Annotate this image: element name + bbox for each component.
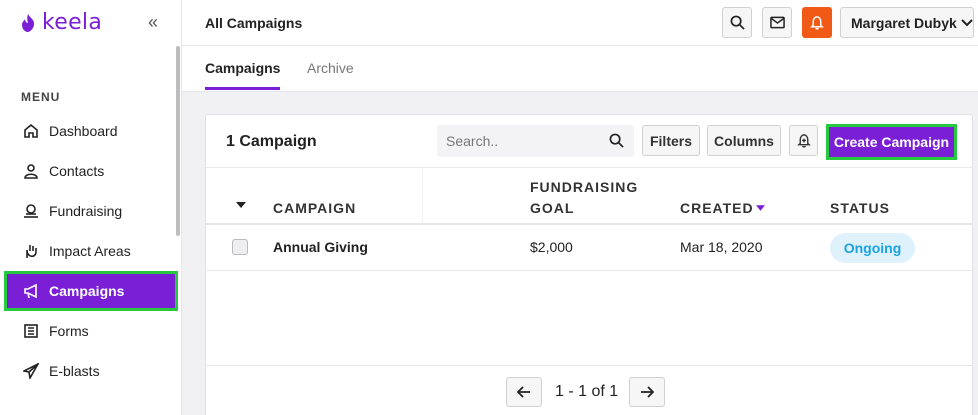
hand-icon xyxy=(22,242,40,260)
search-icon xyxy=(730,15,745,30)
tab-archive[interactable]: Archive xyxy=(307,60,354,76)
col-campaign[interactable]: CAMPAIGN xyxy=(273,198,356,219)
sidebar-item-e-blasts[interactable]: E-blasts xyxy=(0,351,182,391)
sidebar-item-label: Impact Areas xyxy=(49,243,131,259)
pagination: 1 - 1 of 1 xyxy=(206,365,972,415)
alerts-button[interactable] xyxy=(789,125,818,156)
page-title: All Campaigns xyxy=(205,15,303,31)
home-icon xyxy=(22,122,40,140)
user-icon xyxy=(22,162,40,180)
create-campaign-button[interactable]: Create Campaign xyxy=(826,124,957,160)
tabs-bar: Campaigns Archive xyxy=(182,46,978,92)
chevron-down-icon xyxy=(961,18,973,26)
menu-label: MENU xyxy=(21,90,61,104)
filters-button[interactable]: Filters xyxy=(642,125,700,156)
sidebar-item-label: Campaigns xyxy=(49,283,125,299)
table-row[interactable]: Annual Giving $2,000 Mar 18, 2020 Ongoin… xyxy=(206,225,972,271)
sidebar-item-fundraising[interactable]: Fundraising xyxy=(0,191,182,231)
user-menu-button[interactable]: Margaret Dubyk xyxy=(840,7,974,38)
campaigns-card: 1 Campaign Filters Columns Create Campai… xyxy=(205,114,973,415)
pagination-text: 1 - 1 of 1 xyxy=(555,383,619,400)
envelope-icon xyxy=(769,16,785,29)
status-badge: Ongoing xyxy=(830,233,915,263)
brand-name: keela xyxy=(42,10,103,35)
sidebar-item-label: Forms xyxy=(49,323,89,339)
bell-plus-icon xyxy=(796,134,811,148)
table-header: CAMPAIGN FUNDRAISING GOAL CREATED STATUS xyxy=(206,167,972,225)
bell-icon xyxy=(810,16,824,30)
col-status[interactable]: STATUS xyxy=(830,198,890,219)
col-fundraising[interactable]: FUNDRAISING xyxy=(530,177,638,198)
col-goal[interactable]: GOAL xyxy=(530,198,574,219)
search-icon xyxy=(609,133,624,148)
campaign-name[interactable]: Annual Giving xyxy=(273,239,368,255)
tab-campaigns[interactable]: Campaigns xyxy=(205,60,281,90)
sidebar-item-contacts[interactable]: Contacts xyxy=(0,151,182,191)
paper-plane-icon xyxy=(22,362,40,380)
sidebar-item-label: E-blasts xyxy=(49,363,100,379)
arrow-right-icon xyxy=(641,386,654,398)
megaphone-icon xyxy=(22,282,40,300)
fundraising-goal: $2,000 xyxy=(530,239,573,255)
sort-desc-icon[interactable] xyxy=(756,205,765,211)
created-date: Mar 18, 2020 xyxy=(680,239,763,255)
sidebar-item-forms[interactable]: Forms xyxy=(0,311,182,351)
sidebar-item-label: Contacts xyxy=(49,163,105,179)
col-created[interactable]: CREATED xyxy=(680,198,754,219)
select-all-caret-icon[interactable] xyxy=(236,202,246,208)
sidebar-item-dashboard[interactable]: Dashboard xyxy=(0,111,182,151)
search-input[interactable] xyxy=(437,125,634,157)
sidebar-item-impact-areas[interactable]: Impact Areas xyxy=(0,231,182,271)
keela-logo[interactable]: keela xyxy=(20,10,102,35)
arrow-left-icon xyxy=(517,386,530,398)
money-icon xyxy=(22,202,40,220)
form-icon xyxy=(22,322,40,340)
messages-button[interactable] xyxy=(762,7,792,38)
sidebar: keela « MENU Dashboard Contacts Fundrais… xyxy=(0,0,182,415)
collapse-sidebar-icon[interactable]: « xyxy=(148,12,158,33)
user-name: Margaret Dubyk xyxy=(851,14,957,31)
search-button[interactable] xyxy=(722,7,752,38)
sidebar-item-label: Dashboard xyxy=(49,123,118,139)
sidebar-item-campaigns[interactable]: Campaigns xyxy=(4,271,178,311)
column-divider xyxy=(422,168,423,224)
row-checkbox[interactable] xyxy=(232,239,248,255)
sidebar-item-label: Fundraising xyxy=(49,203,123,219)
keela-flame-icon xyxy=(22,13,35,32)
columns-button[interactable]: Columns xyxy=(707,125,781,156)
notifications-button[interactable] xyxy=(802,7,832,38)
prev-page-button[interactable] xyxy=(506,377,542,407)
sidebar-nav: Dashboard Contacts Fundraising Impact Ar… xyxy=(0,111,182,391)
campaign-count-title: 1 Campaign xyxy=(226,133,317,150)
next-page-button[interactable] xyxy=(629,377,665,407)
top-bar: All Campaigns Margaret Dubyk xyxy=(182,0,978,46)
